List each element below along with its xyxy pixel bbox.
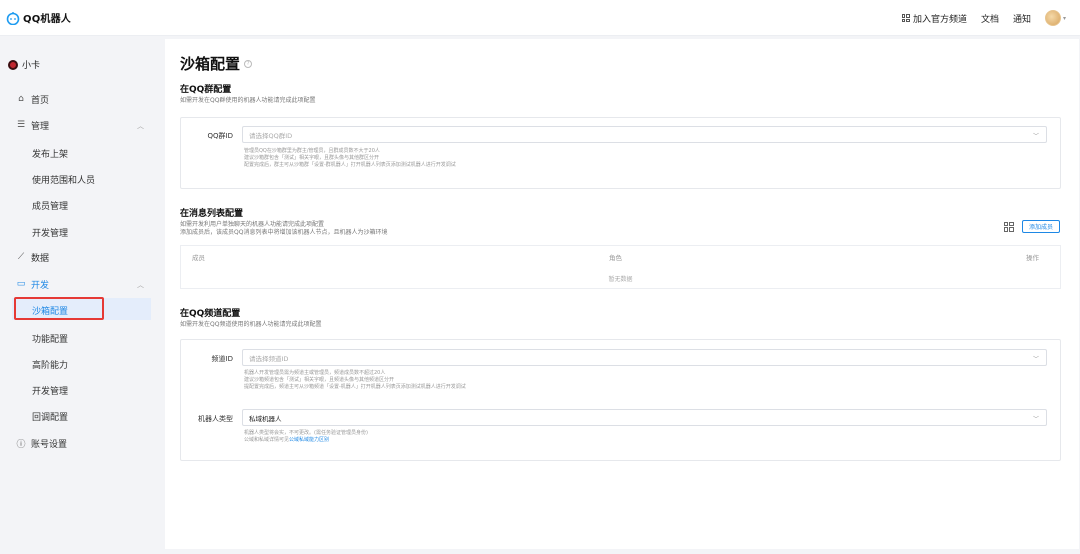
sidebar-item-members[interactable]: 成员管理 xyxy=(32,199,68,212)
sidebar-item-home[interactable]: ⌂ 首页 xyxy=(16,92,49,106)
sidebar-item-scope[interactable]: 使用范围和人员 xyxy=(32,173,95,186)
group-hint: 管理员QQ在沙箱群里为群主/管理员，且群成员数不大于20人 建议沙箱群包含「测试… xyxy=(244,148,456,169)
bot-type-label: 机器人类型 xyxy=(198,415,233,423)
bot-type-hint: 机器人类型将会实，不可更改。(需任务验证管理员身份) 公域和私域详情可见公域私域… xyxy=(244,430,368,444)
group-id-placeholder: 请选择QQ群ID xyxy=(249,131,293,140)
group-config-card: QQ群ID 请选择QQ群ID ﹀ 管理员QQ在沙箱群里为群主/管理员，且群成员数… xyxy=(180,117,1061,189)
message-desc-line: 如需开发利用户单独聊天的机器人功能请完成此项配置 xyxy=(180,221,325,228)
sidebar-item-dev-manage[interactable]: 开发管理 xyxy=(32,226,68,239)
page-title-text: 沙箱配置 xyxy=(180,55,241,73)
grid-icon xyxy=(901,14,910,22)
channel-section-title: 在QQ频道配置 xyxy=(180,309,241,319)
column-header-member: 成员 xyxy=(192,254,205,262)
empty-state: 暂无数据 xyxy=(608,276,633,283)
help-icon[interactable]: ? xyxy=(244,59,253,68)
sidebar-item-label: 开发 xyxy=(31,280,50,291)
bot-type-value: 私域机器人 xyxy=(249,414,282,423)
chart-icon: ⟋ xyxy=(17,252,25,262)
highlight-box xyxy=(14,297,104,320)
add-member-button[interactable]: 添加成员 xyxy=(1021,220,1060,233)
sidebar-item-dev[interactable]: ▭ 开发 xyxy=(16,277,49,291)
channel-id-label: 频道ID xyxy=(211,355,233,363)
message-section-title: 在消息列表配置 xyxy=(180,209,244,219)
list-icon: ☰ xyxy=(16,120,26,130)
sidebar-item-account[interactable]: ⓘ 账号设置 xyxy=(16,436,67,450)
group-id-select[interactable]: 请选择QQ群ID ﹀ xyxy=(242,126,1047,143)
bot-switcher[interactable]: 小卡 xyxy=(8,58,40,71)
sidebar-item-label: 数据 xyxy=(31,253,50,264)
bot-avatar xyxy=(8,59,18,70)
sidebar: 小卡 ⌂ 首页 ☰ 管理 ︿ 发布上架 使用范围和人员 成员管理 开发管理 ⟋ … xyxy=(0,36,156,554)
info-icon: ⓘ xyxy=(16,439,26,450)
message-desc-line: 添加成员后，该成员QQ消息列表中将增加该机器人节点，且机器人为沙箱环境 xyxy=(180,229,388,236)
sidebar-item-label: 首页 xyxy=(31,95,50,106)
bot-name-label: 小卡 xyxy=(22,61,41,71)
table-actions: 添加成员 xyxy=(1003,220,1060,233)
top-bar: QQ机器人 加入官方频道 文档 通知 ▾ xyxy=(0,0,1080,36)
group-section-desc: 如需开发在QQ群使用的机器人功能请完成此项配置 xyxy=(180,97,316,104)
qrcode-icon[interactable] xyxy=(1003,221,1014,232)
chevron-down-icon: ﹀ xyxy=(1032,356,1039,363)
home-icon: ⌂ xyxy=(18,94,24,104)
group-section-title: 在QQ群配置 xyxy=(180,85,232,95)
channel-id-select[interactable]: 请选择频道ID ﹀ xyxy=(242,349,1047,366)
channel-id-placeholder: 请选择频道ID xyxy=(249,354,289,363)
docs-link[interactable]: 文档 xyxy=(981,12,999,25)
page-title: 沙箱配置 ? xyxy=(180,53,253,74)
bot-type-select[interactable]: 私域机器人 ﹀ xyxy=(242,409,1047,426)
group-id-label: QQ群ID xyxy=(207,132,233,140)
bot-type-hint-line: 公域和私域详情可见公域私域能力区别 xyxy=(244,437,368,444)
user-menu[interactable]: ▾ xyxy=(1044,10,1066,26)
bot-type-hint-line: 机器人类型将会实，不可更改。(需任务验证管理员身份) xyxy=(244,430,368,436)
chevron-down-icon: ﹀ xyxy=(1032,416,1039,423)
sidebar-item-label: 管理 xyxy=(31,121,50,132)
main-content: 沙箱配置 ? 在QQ群配置 如需开发在QQ群使用的机器人功能请完成此项配置 QQ… xyxy=(165,39,1079,549)
channel-hint: 机器人开发管理员需为频道主或管理员，频道成员数不超过20人 建议沙箱频道包含「测… xyxy=(244,370,466,391)
domain-difference-link[interactable]: 公域私域能力区别 xyxy=(289,437,329,443)
channel-hint-line: 建议沙箱频道包含「测试」相关字眼，且频道头像与其他频道区分开 xyxy=(244,377,395,383)
sidebar-item-advanced[interactable]: 高阶能力 xyxy=(32,358,68,371)
app-name: QQ机器人 xyxy=(23,14,72,25)
sidebar-item-features[interactable]: 功能配置 xyxy=(32,332,68,345)
sidebar-item-publish[interactable]: 发布上架 xyxy=(32,147,68,160)
sidebar-item-manage[interactable]: ☰ 管理 xyxy=(16,118,49,132)
group-hint-line: 建议沙箱群包含「测试」相关字眼，且群头像与其他群区分开 xyxy=(244,155,380,161)
sidebar-item-label: 账号设置 xyxy=(31,439,68,450)
members-table: 成员 角色 操作 暂无数据 xyxy=(180,245,1061,289)
avatar xyxy=(1044,10,1061,26)
sidebar-item-callback[interactable]: 回调配置 xyxy=(32,410,68,423)
sidebar-item-data[interactable]: ⟋ 数据 xyxy=(16,250,49,264)
sidebar-item-dev-manage-2[interactable]: 开发管理 xyxy=(32,384,68,397)
chevron-down-icon: ▾ xyxy=(1062,14,1066,22)
join-channel-link[interactable]: 加入官方频道 xyxy=(901,12,967,25)
join-channel-label: 加入官方频道 xyxy=(912,14,967,25)
group-hint-line: 配置完成后，群主可从沙箱群「设置-群机器人」打开机器人列表页添加测试机器人进行开… xyxy=(244,162,456,168)
top-nav: 加入官方频道 文档 通知 ▾ xyxy=(901,0,1066,36)
chevron-up-icon[interactable]: ︿ xyxy=(137,280,144,290)
bot-type-hint-prefix: 公域和私域详情可见 xyxy=(244,437,290,443)
qq-robot-logo-icon xyxy=(6,11,20,25)
message-section-desc: 如需开发利用户单独聊天的机器人功能请完成此项配置 添加成员后，该成员QQ消息列表… xyxy=(180,221,387,237)
channel-section-desc: 如需开发在QQ频道使用的机器人功能请完成此项配置 xyxy=(180,321,322,328)
column-header-role: 角色 xyxy=(609,254,622,262)
chevron-up-icon[interactable]: ︿ xyxy=(137,121,144,131)
chevron-down-icon: ﹀ xyxy=(1032,133,1039,140)
channel-hint-line: 机器人开发管理员需为频道主或管理员，频道成员数不超过20人 xyxy=(244,370,386,376)
channel-config-card: 频道ID 请选择频道ID ﹀ 机器人开发管理员需为频道主或管理员，频道成员数不超… xyxy=(180,339,1061,461)
app-logo[interactable]: QQ机器人 xyxy=(6,10,71,25)
notify-link[interactable]: 通知 xyxy=(1013,12,1031,25)
channel-hint-line: 提配置完成后，频道主可从沙箱频道「设置-机器人」打开机器人列表页添加测试机器人进… xyxy=(244,384,466,390)
monitor-icon: ▭ xyxy=(16,279,26,289)
group-hint-line: 管理员QQ在沙箱群里为群主/管理员，且群成员数不大于20人 xyxy=(244,148,380,154)
column-header-action: 操作 xyxy=(1026,254,1039,262)
